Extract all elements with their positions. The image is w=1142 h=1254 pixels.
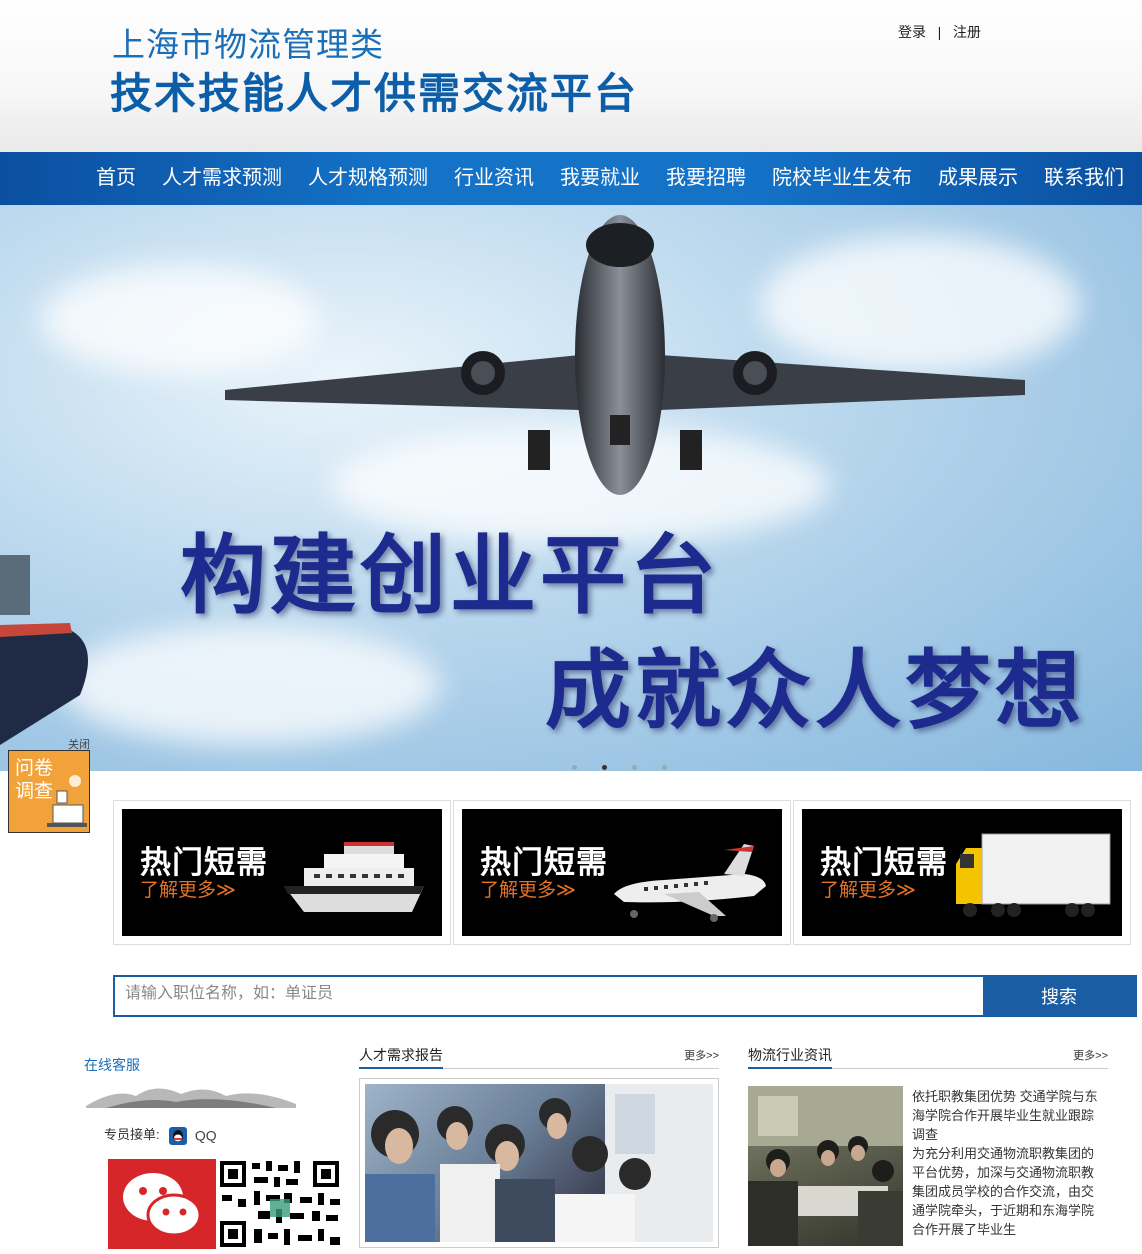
banner-slogan-line2: 成就众人梦想 [545, 643, 1085, 739]
nav-item-industry-news[interactable]: 行业资讯 [454, 152, 534, 205]
news-thumbnail[interactable] [748, 1086, 903, 1246]
report-more-link[interactable]: 更多>> [684, 1047, 719, 1063]
nav-item-achievements[interactable]: 成果展示 [938, 152, 1018, 205]
main-nav: 首页 人才需求预测 人才规格预测 行业资讯 我要就业 我要招聘 院校毕业生发布 … [0, 152, 1142, 205]
nav-item-graduates[interactable]: 院校毕业生发布 [772, 152, 912, 205]
job-search-input[interactable] [115, 977, 985, 1015]
nav-item-talent-spec[interactable]: 人才规格预测 [308, 152, 428, 205]
login-link[interactable]: 登录 [898, 24, 926, 40]
news-more-link[interactable]: 更多>> [1073, 1047, 1108, 1063]
nav-item-contact[interactable]: 联系我们 [1044, 152, 1124, 205]
news-section-header: 物流行业资讯 更多>> [748, 1045, 1108, 1069]
carousel-dot-active[interactable] [602, 765, 607, 770]
meeting-illustration [748, 1086, 903, 1246]
hot-card-more-link[interactable]: 了解更多≫ [480, 875, 576, 902]
service-contact: 专员接单: QQ [104, 1124, 217, 1145]
hot-card-more-link[interactable]: 了解更多≫ [140, 875, 236, 902]
banner-slogan-line1: 构建创业平台 [180, 528, 720, 624]
hot-card-truck[interactable]: 热门短需 了解更多≫ [793, 800, 1131, 945]
contact-label: 专员接单: [104, 1127, 160, 1142]
register-link[interactable]: 注册 [953, 24, 981, 40]
survey-widget: 关闭 问卷调查 [8, 736, 90, 833]
crowd-illustration [365, 1084, 713, 1242]
qq-icon[interactable] [169, 1126, 188, 1145]
ink-mountain-icon [86, 1088, 296, 1108]
hot-card-ship[interactable]: 热门短需 了解更多≫ [113, 800, 451, 945]
hot-card-banner[interactable]: 热门短需 了解更多≫ [802, 809, 1122, 936]
site-title-line1: 上海市物流管理类 [112, 26, 384, 63]
wechat-icon [123, 1173, 202, 1237]
hot-card-banner[interactable]: 热门短需 了解更多≫ [462, 809, 782, 936]
report-image[interactable] [359, 1078, 719, 1248]
search-button[interactable]: 搜索 [983, 977, 1135, 1015]
report-section-title: 人才需求报告 [359, 1045, 443, 1069]
auth-separator: | [937, 24, 942, 40]
auth-links: 登录 | 注册 [898, 22, 981, 42]
news-excerpt: 依托职教集团优势 交通学院与东海学院合作开展毕业生就业跟踪调查 为充分利用交通物… [912, 1087, 1102, 1239]
job-search-bar: 搜索 [113, 975, 1137, 1017]
ship-bow-icon [0, 555, 88, 745]
site-header: 上海市物流管理类 技术技能人才供需交流平台 登录 | 注册 [0, 0, 1142, 152]
site-title-line2: 技术技能人才供需交流平台 [110, 70, 639, 117]
report-section-header: 人才需求报告 更多>> [359, 1045, 719, 1069]
nav-item-recruit[interactable]: 我要招聘 [666, 152, 746, 205]
hot-card-plane[interactable]: 热门短需 了解更多≫ [453, 800, 791, 945]
airplane-icon [225, 215, 1025, 495]
qq-label[interactable]: QQ [195, 1128, 217, 1144]
survey-button[interactable]: 问卷调查 [8, 750, 90, 833]
job-fair-photo [365, 1084, 713, 1242]
hero-banner[interactable]: 构建创业平台 成就众人梦想 [0, 205, 1142, 771]
carousel-dot[interactable] [662, 765, 667, 770]
wechat-logo [108, 1159, 216, 1249]
survey-illustration-icon [47, 775, 87, 827]
carousel-dot[interactable] [572, 765, 577, 770]
plane-icon [614, 844, 766, 922]
news-section-title: 物流行业资讯 [748, 1045, 832, 1069]
qr-code [218, 1159, 343, 1249]
online-service-title: 在线客服 [84, 1057, 140, 1073]
carousel-dot[interactable] [632, 765, 637, 770]
nav-item-find-job[interactable]: 我要就业 [560, 152, 640, 205]
hot-card-more-link[interactable]: 了解更多≫ [820, 875, 916, 902]
ship-icon [284, 842, 424, 912]
news-body: 为充分利用交通物流职教集团的平台优势，加深与交通物流职教集团成员学校的合作交流，… [912, 1146, 1095, 1237]
hot-card-banner[interactable]: 热门短需 了解更多≫ [122, 809, 442, 936]
qr-code-icon [220, 1161, 340, 1247]
nav-item-talent-demand[interactable]: 人才需求预测 [162, 152, 282, 205]
news-headline[interactable]: 依托职教集团优势 交通学院与东海学院合作开展毕业生就业跟踪调查 [912, 1087, 1102, 1144]
carousel-dots [572, 757, 692, 771]
truck-icon [956, 833, 1111, 917]
nav-item-home[interactable]: 首页 [96, 152, 136, 205]
